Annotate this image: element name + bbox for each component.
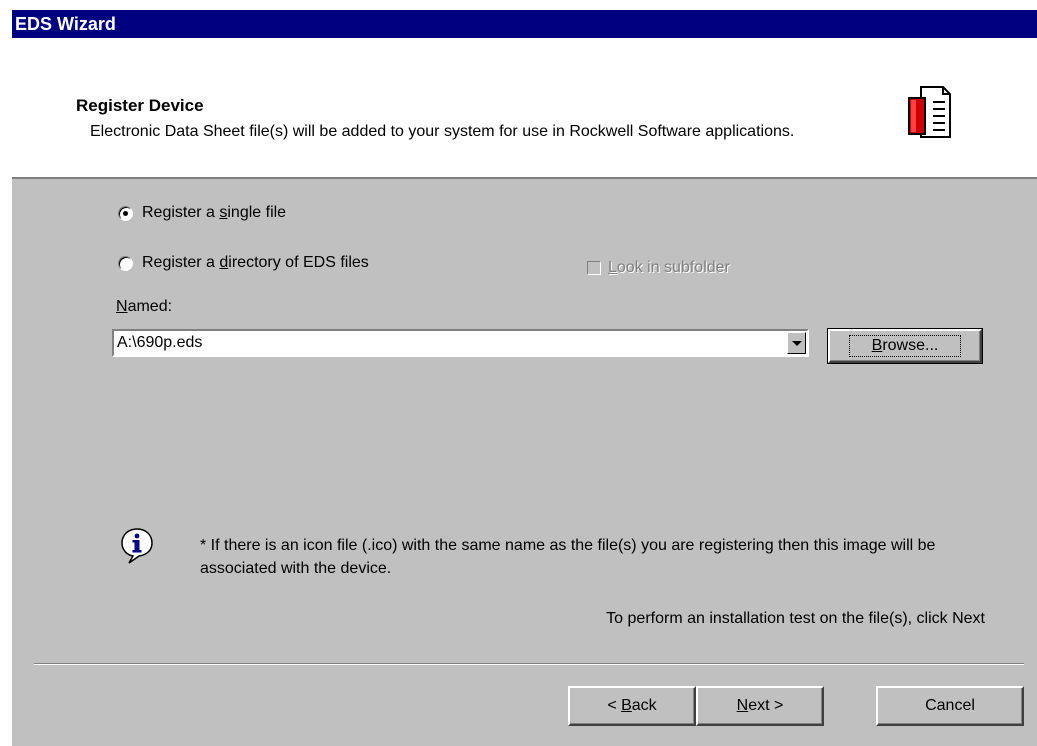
- radio-button-unchecked[interactable]: [118, 255, 133, 271]
- dropdown-button[interactable]: [787, 332, 806, 354]
- checkbox-box[interactable]: [587, 261, 601, 275]
- look-in-subfolder-checkbox[interactable]: Look in subfolder: [587, 259, 730, 277]
- document-icon: [908, 86, 951, 138]
- browse-button[interactable]: Browse...: [827, 328, 983, 364]
- named-label: Named:: [116, 298, 173, 315]
- next-label: Next >: [736, 697, 784, 714]
- wizard-header: Register Device Electronic Data Sheet fi…: [12, 38, 1037, 179]
- file-path-value[interactable]: A:\690p.eds: [117, 334, 202, 352]
- cancel-label: Cancel: [925, 697, 975, 714]
- file-path-combo[interactable]: A:\690p.eds: [112, 329, 809, 357]
- page-title: Register Device: [76, 96, 204, 115]
- radio-single-label: Register a single file: [142, 204, 287, 221]
- radio-button-checked[interactable]: [118, 205, 133, 221]
- cancel-button[interactable]: Cancel: [876, 686, 1024, 726]
- chevron-down-icon: [791, 340, 802, 346]
- divider: [34, 663, 1024, 665]
- page-description: Electronic Data Sheet file(s) will be ad…: [90, 123, 795, 140]
- info-note: * If there is an icon file (.ico) with t…: [200, 537, 936, 577]
- next-button[interactable]: Next >: [696, 686, 824, 726]
- browse-label: Browse...: [848, 335, 962, 357]
- window-title: EDS Wizard: [15, 14, 116, 34]
- back-label: < Back: [607, 697, 657, 714]
- next-hint: To perform an installation test on the f…: [606, 610, 985, 627]
- radio-directory-label: Register a directory of EDS files: [142, 254, 369, 271]
- info-icon: [121, 528, 153, 564]
- eds-wizard-window: EDS Wizard Register Device Electronic Da…: [12, 10, 1037, 746]
- radio-directory[interactable]: Register a directory of EDS files: [118, 254, 369, 272]
- back-button[interactable]: < Back: [568, 686, 696, 726]
- look-in-subfolder-label: Look in subfolder: [608, 259, 730, 276]
- title-bar: EDS Wizard: [12, 10, 1037, 38]
- radio-single-file[interactable]: Register a single file: [118, 204, 286, 222]
